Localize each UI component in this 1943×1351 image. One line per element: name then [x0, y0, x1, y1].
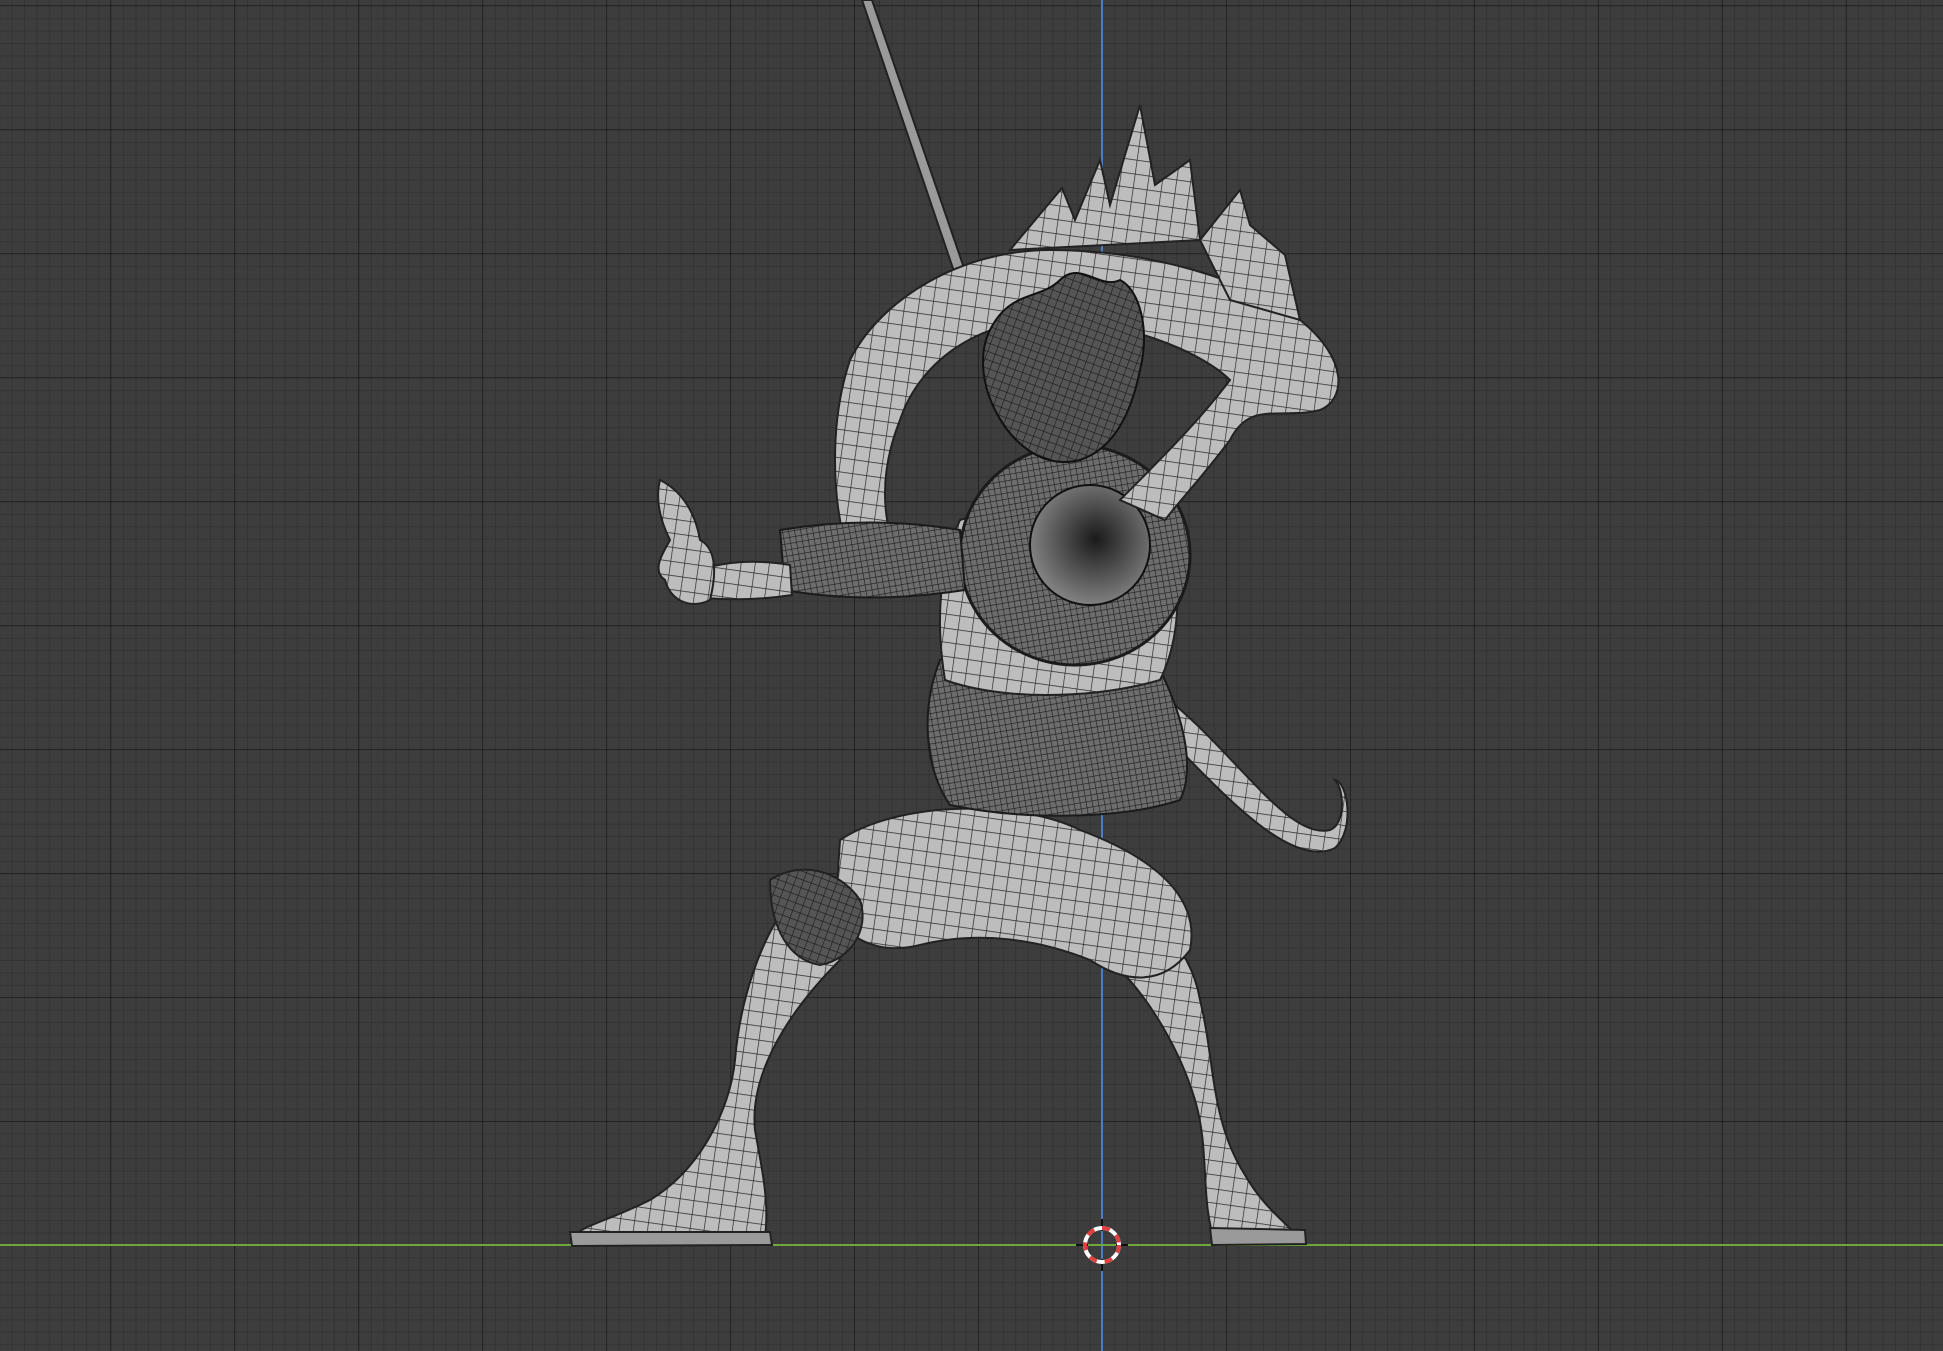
- 3d-viewport[interactable]: [0, 0, 1943, 1351]
- staff: [860, 0, 977, 306]
- left-hand: [657, 478, 716, 605]
- upper-claw-left: [1007, 104, 1202, 252]
- sash: [1163, 703, 1349, 853]
- right-sandal: [1208, 1226, 1308, 1247]
- viewport-overlay: [0, 0, 1943, 1351]
- sleeve: [778, 521, 967, 599]
- shorts: [833, 807, 1193, 979]
- character-mesh[interactable]: [568, 0, 1349, 1248]
- left-sandal: [568, 1231, 774, 1248]
